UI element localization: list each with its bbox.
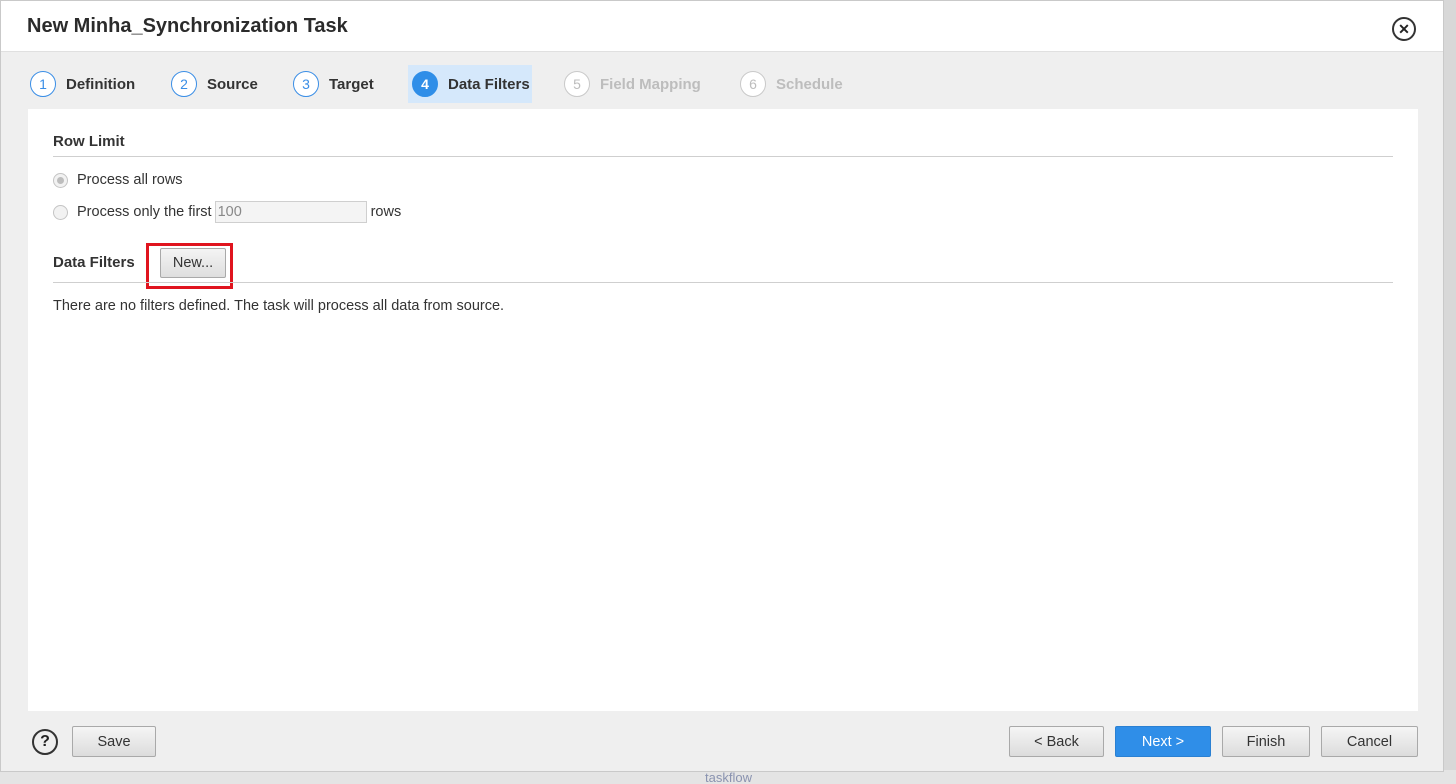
help-icon[interactable]: ? [32,729,58,755]
step-label: Field Mapping [600,75,701,93]
background-label: taskflow [705,770,752,784]
step-number: 1 [30,71,56,97]
step-data-filters[interactable]: 4 Data Filters [408,65,532,103]
cancel-button[interactable]: Cancel [1321,726,1418,757]
step-number: 2 [171,71,197,97]
back-button[interactable]: < Back [1009,726,1104,757]
new-filter-button[interactable]: New... [160,248,226,278]
row-count-input[interactable] [214,201,367,223]
rows-suffix-label: rows [370,204,402,220]
step-content-panel: Row Limit Process all rows Process only … [28,109,1418,711]
process-first-rows-radio[interactable] [53,204,68,220]
step-label: Target [329,75,374,93]
row-limit-divider [53,156,1393,157]
step-definition[interactable]: 1 Definition [26,65,139,103]
dialog-footer: ? Save < Back Next > Finish Cancel [1,711,1443,771]
no-filters-message: There are no filters defined. The task w… [53,298,505,314]
step-label: Schedule [776,75,843,93]
dialog-title: New Minha_Synchronization Task [27,15,348,37]
step-number: 5 [564,71,590,97]
data-filters-divider [53,282,1393,283]
dialog-header: New Minha_Synchronization Task ✕ [1,1,1443,52]
step-label: Definition [66,75,136,93]
process-first-rows-option: Process only the first rows [53,201,401,223]
wizard-steps: 1 Definition 2 Source 3 Target 4 Data Fi… [1,53,1443,109]
step-number: 3 [293,71,319,97]
next-button[interactable]: Next > [1115,726,1211,757]
step-source[interactable]: 2 Source [167,65,262,103]
close-icon[interactable]: ✕ [1392,17,1416,41]
step-target[interactable]: 3 Target [289,65,378,103]
process-all-rows-radio[interactable] [53,172,68,188]
step-number: 4 [412,71,438,97]
data-filters-title: Data Filters [53,254,135,271]
finish-button[interactable]: Finish [1222,726,1310,757]
step-field-mapping: 5 Field Mapping [560,65,705,103]
step-label: Data Filters [448,75,530,93]
process-first-rows-label: Process only the first [77,204,212,220]
row-limit-title: Row Limit [53,133,125,150]
step-schedule: 6 Schedule [736,65,847,103]
step-number: 6 [740,71,766,97]
synchronization-task-dialog: New Minha_Synchronization Task ✕ 1 Defin… [0,0,1444,772]
save-button[interactable]: Save [72,726,156,757]
process-all-rows-label: Process all rows [77,172,183,188]
process-all-rows-option[interactable]: Process all rows [53,172,183,188]
step-label: Source [207,75,258,93]
